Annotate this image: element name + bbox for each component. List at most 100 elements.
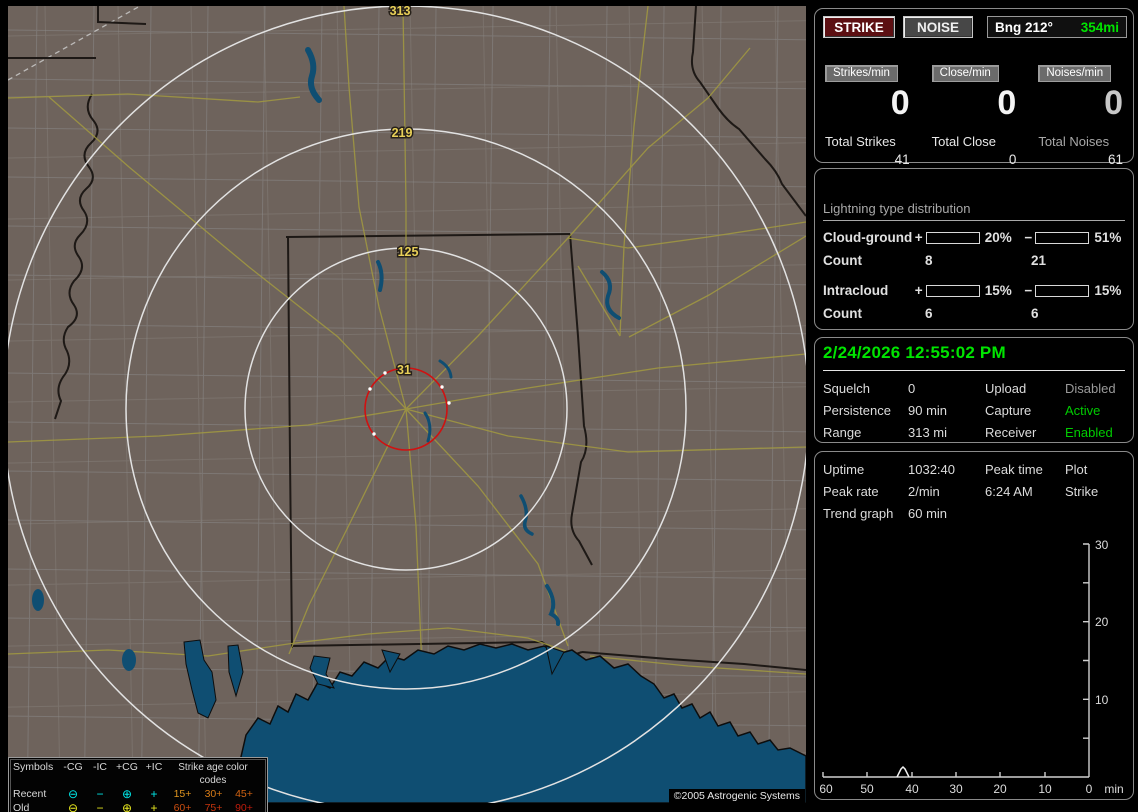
persistence-value: 90 min bbox=[908, 403, 948, 418]
x-tick-20: 20 bbox=[993, 782, 1007, 796]
receiver-label: Receiver bbox=[985, 425, 1037, 440]
legend-col-neg-ic: -IC bbox=[93, 761, 107, 773]
map-legend: Symbols -CG -IC +CG +IC Strike age color… bbox=[8, 757, 268, 812]
x-axis-unit: min bbox=[1104, 782, 1123, 796]
strike-trend-peak bbox=[896, 765, 910, 778]
x-tick-50: 50 bbox=[860, 782, 874, 796]
bearing-range: 354mi bbox=[1080, 19, 1119, 35]
counter-strikes: Strikes/min 0 Total Strikes 41 bbox=[825, 63, 910, 167]
ic-positive-pct: 15% bbox=[984, 283, 1012, 298]
graph-axes bbox=[823, 544, 1090, 778]
upload-label: Upload bbox=[985, 381, 1027, 396]
plus-sign: + bbox=[914, 230, 923, 245]
pos-cg-old-icon: ⊕ bbox=[121, 801, 133, 812]
y-tick-10: 10 bbox=[1095, 693, 1109, 707]
total-strikes-label: Total Strikes bbox=[825, 134, 896, 149]
distribution-header: Lightning type distribution bbox=[823, 201, 1125, 221]
rate-counters: Strikes/min 0 Total Strikes 41 Close/min… bbox=[825, 63, 1123, 167]
legend-age-header: Strike age color codes bbox=[178, 762, 248, 786]
minus-sign: − bbox=[1024, 283, 1033, 298]
bearing-label: Bng 212° bbox=[995, 19, 1053, 35]
total-noises-label: Total Noises bbox=[1038, 134, 1110, 149]
age-60: 60+ bbox=[173, 802, 192, 812]
neg-ic-old-icon: − bbox=[96, 801, 104, 812]
clock-display: 2/24/2026 12:55:02 PM bbox=[823, 343, 1125, 371]
y-tick-30: 30 bbox=[1095, 538, 1109, 552]
plus-sign: + bbox=[914, 283, 923, 298]
status-grid: Uptime 1032:40 Peak time Plot Peak rate … bbox=[823, 462, 1125, 521]
count-label: Count bbox=[823, 306, 862, 321]
total-close-label: Total Close bbox=[931, 134, 996, 149]
peak-time-value: 6:24 AM bbox=[985, 484, 1033, 499]
x-tick-10: 10 bbox=[1038, 782, 1052, 796]
intracloud-count-row: Count 6 6 bbox=[823, 306, 1133, 321]
app-window: 313 219 125 31 Symbols -CG -IC +CG +IC S… bbox=[0, 0, 1138, 812]
trend-graph-label: Trend graph bbox=[823, 506, 894, 521]
x-tick-40: 40 bbox=[905, 782, 919, 796]
cg-positive-bar bbox=[925, 231, 980, 244]
copyright-text: ©2005 Astrogenic Systems bbox=[668, 789, 805, 803]
peak-time-label: Peak time bbox=[985, 462, 1043, 477]
legend-symbols-header: Symbols bbox=[13, 761, 54, 773]
close-rate-value: 0 bbox=[997, 84, 1017, 122]
noises-rate-value: 0 bbox=[1104, 84, 1123, 122]
radar-map[interactable]: 313 219 125 31 Symbols -CG -IC +CG +IC S… bbox=[8, 6, 806, 812]
x-axis-ticks bbox=[822, 772, 1046, 777]
close-per-min-chip[interactable]: Close/min bbox=[931, 65, 999, 82]
pos-cg-recent-icon: ⊕ bbox=[121, 787, 133, 801]
range-label: Range bbox=[823, 425, 862, 440]
age-75: 75+ bbox=[204, 802, 223, 812]
persistence-label: Persistence bbox=[823, 403, 891, 418]
lake bbox=[122, 649, 136, 671]
counters-panel: STRIKE NOISE Bng 212° 354mi Strikes/min … bbox=[814, 8, 1134, 167]
squelch-value: 0 bbox=[908, 381, 916, 396]
plot-value: Strike bbox=[1065, 484, 1099, 499]
cg-negative-count: 21 bbox=[1031, 253, 1047, 268]
noises-per-min-chip[interactable]: Noises/min bbox=[1038, 65, 1112, 82]
cg-negative-pct: 51% bbox=[1094, 230, 1122, 245]
legend-col-pos-cg: +CG bbox=[116, 761, 138, 773]
cg-negative-bar bbox=[1035, 231, 1090, 244]
ring-label-219: 219 bbox=[392, 126, 413, 140]
noise-button[interactable]: NOISE bbox=[903, 16, 973, 38]
cg-positive-pct: 20% bbox=[984, 230, 1012, 245]
neg-ic-recent-icon: − bbox=[96, 787, 104, 801]
upload-status: Disabled bbox=[1065, 381, 1116, 396]
x-tick-labels: 60 50 40 30 20 10 0 min bbox=[819, 782, 1123, 796]
age-90: 90+ bbox=[235, 802, 253, 812]
cloud-ground-label: Cloud-ground bbox=[823, 230, 913, 245]
age-15: 15+ bbox=[173, 788, 192, 800]
ic-negative-count: 6 bbox=[1031, 306, 1039, 321]
neg-cg-old-icon: ⊖ bbox=[67, 801, 79, 812]
cloud-ground-row: Cloud-ground + 20% − 51% bbox=[823, 230, 1133, 245]
map-svg: 313 219 125 31 bbox=[8, 6, 806, 803]
neg-cg-recent-icon: ⊖ bbox=[67, 787, 79, 801]
age-30: 30+ bbox=[204, 788, 223, 800]
uptime-label: Uptime bbox=[823, 462, 865, 477]
legend-col-pos-ic: +IC bbox=[145, 761, 163, 773]
ring-label-31: 31 bbox=[397, 363, 411, 377]
pos-ic-old-icon: + bbox=[150, 801, 158, 812]
trend-graph-value: 60 min bbox=[908, 506, 948, 521]
cg-positive-count: 8 bbox=[925, 253, 933, 268]
settings-panel: 2/24/2026 12:55:02 PM Squelch 0 Upload D… bbox=[814, 337, 1134, 443]
total-close-value: 0 bbox=[1008, 152, 1017, 167]
capture-status: Active bbox=[1065, 403, 1101, 418]
ic-positive-bar bbox=[925, 284, 980, 297]
count-label: Count bbox=[823, 253, 862, 268]
total-strikes-value: 41 bbox=[894, 152, 910, 167]
strikes-per-min-chip[interactable]: Strikes/min bbox=[825, 65, 898, 82]
bearing-readout: Bng 212° 354mi bbox=[987, 16, 1127, 38]
y-tick-20: 20 bbox=[1095, 615, 1109, 629]
status-panel: Uptime 1032:40 Peak time Plot Peak rate … bbox=[814, 451, 1134, 800]
strikes-rate-value: 0 bbox=[890, 84, 910, 122]
legend-col-neg-cg: -CG bbox=[63, 761, 83, 773]
peak-rate-value: 2/min bbox=[908, 484, 940, 499]
ring-label-313: 313 bbox=[390, 6, 411, 18]
minus-sign: − bbox=[1024, 230, 1033, 245]
pos-ic-recent-icon: + bbox=[150, 787, 158, 801]
strike-button[interactable]: STRIKE bbox=[823, 16, 895, 38]
uptime-value: 1032:40 bbox=[908, 462, 955, 477]
intracloud-row: Intracloud + 15% − 15% bbox=[823, 283, 1133, 298]
capture-label: Capture bbox=[985, 403, 1032, 418]
